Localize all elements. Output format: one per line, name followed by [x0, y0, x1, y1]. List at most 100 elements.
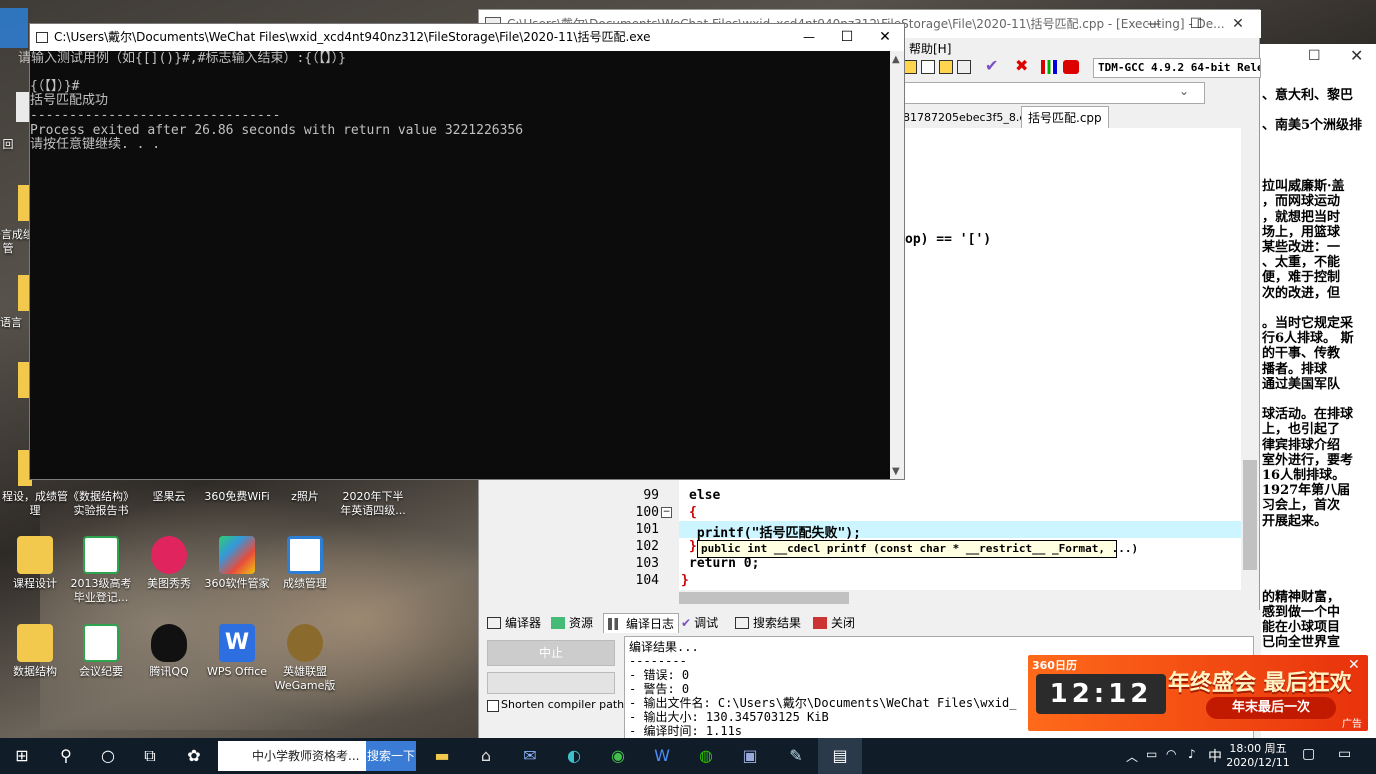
tab-debug[interactable]: ✔ 调试	[681, 613, 718, 633]
devcpp-close-button[interactable]: ✕	[1217, 10, 1259, 38]
wechat-icon[interactable]: ◍	[684, 738, 728, 774]
cortana-icon[interactable]: ○	[86, 738, 130, 774]
toolbar-grid-icon[interactable]	[903, 60, 917, 74]
desktop-icon-grade-manage[interactable]: 成绩管理	[270, 536, 340, 591]
start-windows-icon[interactable]: ⊞	[0, 738, 44, 774]
desktop-icon-lol[interactable]: 英雄联盟WeGame版	[270, 624, 340, 693]
console-line: --------------------------------	[30, 108, 281, 123]
toolbar-cross-icon[interactable]: ✖	[1015, 56, 1028, 75]
desktop-icon-meitu[interactable]: 美图秀秀	[134, 536, 204, 591]
document-line: 次的改进，但	[1262, 285, 1341, 301]
console-minimize-button[interactable]: —	[790, 24, 828, 51]
desktop-icon-graduation[interactable]: 2013级高考毕业登记...	[66, 536, 136, 605]
wps-taskbar-icon[interactable]: W	[640, 738, 684, 774]
toolbar-profile-icon[interactable]	[1063, 60, 1079, 74]
document-line: 。当时它规定采	[1262, 316, 1354, 331]
function-dropdown[interactable]	[899, 82, 1205, 104]
desktop-icon-course-grade[interactable]: 程设，成绩管理	[0, 490, 70, 518]
document-line: 、意大利、黎巴	[1262, 88, 1354, 103]
log-line: - 编译时间: 1.11s	[629, 724, 743, 738]
tab-active-file[interactable]: 括号匹配.cpp	[1021, 106, 1109, 128]
toolbar-table-icon[interactable]	[939, 60, 953, 74]
ime-indicator[interactable]: 中	[1208, 746, 1222, 766]
battery-icon[interactable]: ▭	[1146, 747, 1157, 761]
maximize-icon[interactable]: ☐	[1308, 48, 1321, 64]
network-icon[interactable]: ◠	[1166, 747, 1176, 761]
desktop-icon-ds-report[interactable]: 《数据结构》实验报告书	[66, 490, 136, 518]
volume-icon[interactable]: ♪	[1188, 747, 1196, 761]
fold-toggle-icon[interactable]: −	[661, 507, 672, 518]
devcpp-taskbar-icon[interactable]: ▣	[728, 738, 772, 774]
scroll-down-icon[interactable]: ▼	[892, 466, 900, 477]
desktop-icon-course-design[interactable]: 课程设计	[0, 536, 70, 591]
console-scrollbar[interactable]	[890, 51, 904, 479]
360-browser-icon[interactable]: ◉	[596, 738, 640, 774]
bar-chart-icon	[608, 618, 622, 630]
tray-chevron-icon[interactable]: ︿	[1126, 748, 1138, 765]
close-icon[interactable]: ✕	[1350, 46, 1363, 65]
console-close-button[interactable]: ✕	[866, 24, 904, 51]
toolbar-tile-icon[interactable]	[957, 60, 971, 74]
chevron-down-icon[interactable]: ⌄	[1179, 84, 1189, 98]
console-maximize-button[interactable]: ☐	[828, 24, 866, 51]
close-panel-icon	[813, 617, 827, 629]
edge-icon[interactable]: ◐	[552, 738, 596, 774]
ad-sub-button[interactable]: 年末最后一次	[1206, 697, 1336, 719]
scrollbar-thumb[interactable]	[679, 592, 849, 604]
tab-compiler[interactable]: 编译器	[487, 613, 541, 633]
console-taskbar-icon[interactable]: ▤	[818, 738, 862, 774]
line-number: 103	[635, 556, 659, 571]
stop-button[interactable]: 中止	[487, 640, 615, 666]
desktop-icon-photos[interactable]: z照片	[270, 490, 340, 504]
desktop-icon-360manager[interactable]: 360软件管家	[202, 536, 272, 591]
toolbar-window-icon[interactable]	[921, 60, 935, 74]
devcpp-maximize-button[interactable]: ☐	[1175, 10, 1217, 38]
line-number: 101	[635, 522, 659, 537]
store-icon[interactable]: ⌂	[464, 738, 508, 774]
search-icon[interactable]: ⚲	[44, 738, 88, 774]
notification-icon[interactable]: ▢	[1302, 746, 1315, 762]
taskbar-search-button[interactable]: 搜索一下	[366, 741, 416, 771]
document-line: 、南美5个洲级排	[1262, 118, 1363, 134]
action-center-icon[interactable]: ▭	[1338, 746, 1351, 762]
notepad-icon[interactable]: ✎	[774, 738, 818, 774]
tab-resources[interactable]: 资源	[551, 613, 593, 633]
taskbar-search-input[interactable]: 中小学教师资格考...	[218, 741, 366, 771]
compiler-select[interactable]: TDM-GCC 4.9.2 64-bit Release	[1093, 58, 1261, 78]
task-view-icon[interactable]: ⧉	[128, 738, 172, 774]
desktop-icon-360wifi[interactable]: 360免费WiFi	[202, 490, 272, 504]
desktop-icon-partial[interactable]	[0, 8, 28, 48]
shorten-paths-checkbox[interactable]	[487, 700, 499, 712]
document-line: 16人制排球。	[1262, 468, 1346, 483]
desktop-icon-qq[interactable]: 腾讯QQ	[134, 624, 204, 679]
devcpp-minimize-button[interactable]: —	[1133, 10, 1175, 38]
tab-compile-log[interactable]: 编译日志	[603, 613, 680, 633]
desktop-icon-minutes[interactable]: 会议纪要	[66, 624, 136, 679]
file-explorer-icon[interactable]: ▬	[420, 738, 464, 774]
log-line: - 输出文件名: C:\Users\戴尔\Documents\WeChat Fi…	[629, 696, 1017, 710]
app-grid-icon	[219, 536, 255, 574]
pinwheel-icon[interactable]: ✿	[172, 738, 216, 774]
mail-icon[interactable]: ✉	[508, 738, 552, 774]
scrollbar-thumb[interactable]	[1243, 460, 1257, 570]
desktop-icon-data-structure[interactable]: 数据结构	[0, 624, 70, 679]
search-icon	[735, 617, 749, 629]
console-line: {（【】）}#	[30, 79, 80, 94]
console-window[interactable]: C:\Users\戴尔\Documents\WeChat Files\wxid_…	[18, 23, 905, 480]
ad-tag: 广告	[1342, 719, 1362, 730]
scroll-up-icon[interactable]: ▲	[892, 54, 900, 65]
desktop-icon-wps[interactable]: W WPS Office	[202, 624, 272, 679]
meitu-icon	[151, 536, 187, 574]
recycle-bin-icon[interactable]	[16, 92, 30, 122]
desktop-icon-jianguoyun[interactable]: 坚果云	[134, 490, 204, 504]
clock-date: 2020/12/11	[1226, 756, 1290, 769]
menu-help[interactable]: 帮助[H]	[909, 40, 951, 57]
toolbar-check-icon[interactable]: ✔	[985, 56, 998, 75]
tab-search-results[interactable]: 搜索结果	[735, 613, 801, 633]
toolbar-chart-icon[interactable]	[1041, 60, 1057, 74]
document-window[interactable]: ☐ ✕ 、意大利、黎巴 、南美5个洲级排 拉叫威廉斯·盖 ，而网球运动 ，就想把当时 场上…	[1258, 44, 1376, 738]
tab-close[interactable]: 关闭	[813, 613, 855, 633]
desktop-icon-cet4[interactable]: 2020年下半年英语四级...	[338, 490, 408, 518]
code-line: }	[681, 573, 689, 588]
clock[interactable]: 18:00 周五 2020/12/11	[1226, 742, 1290, 770]
